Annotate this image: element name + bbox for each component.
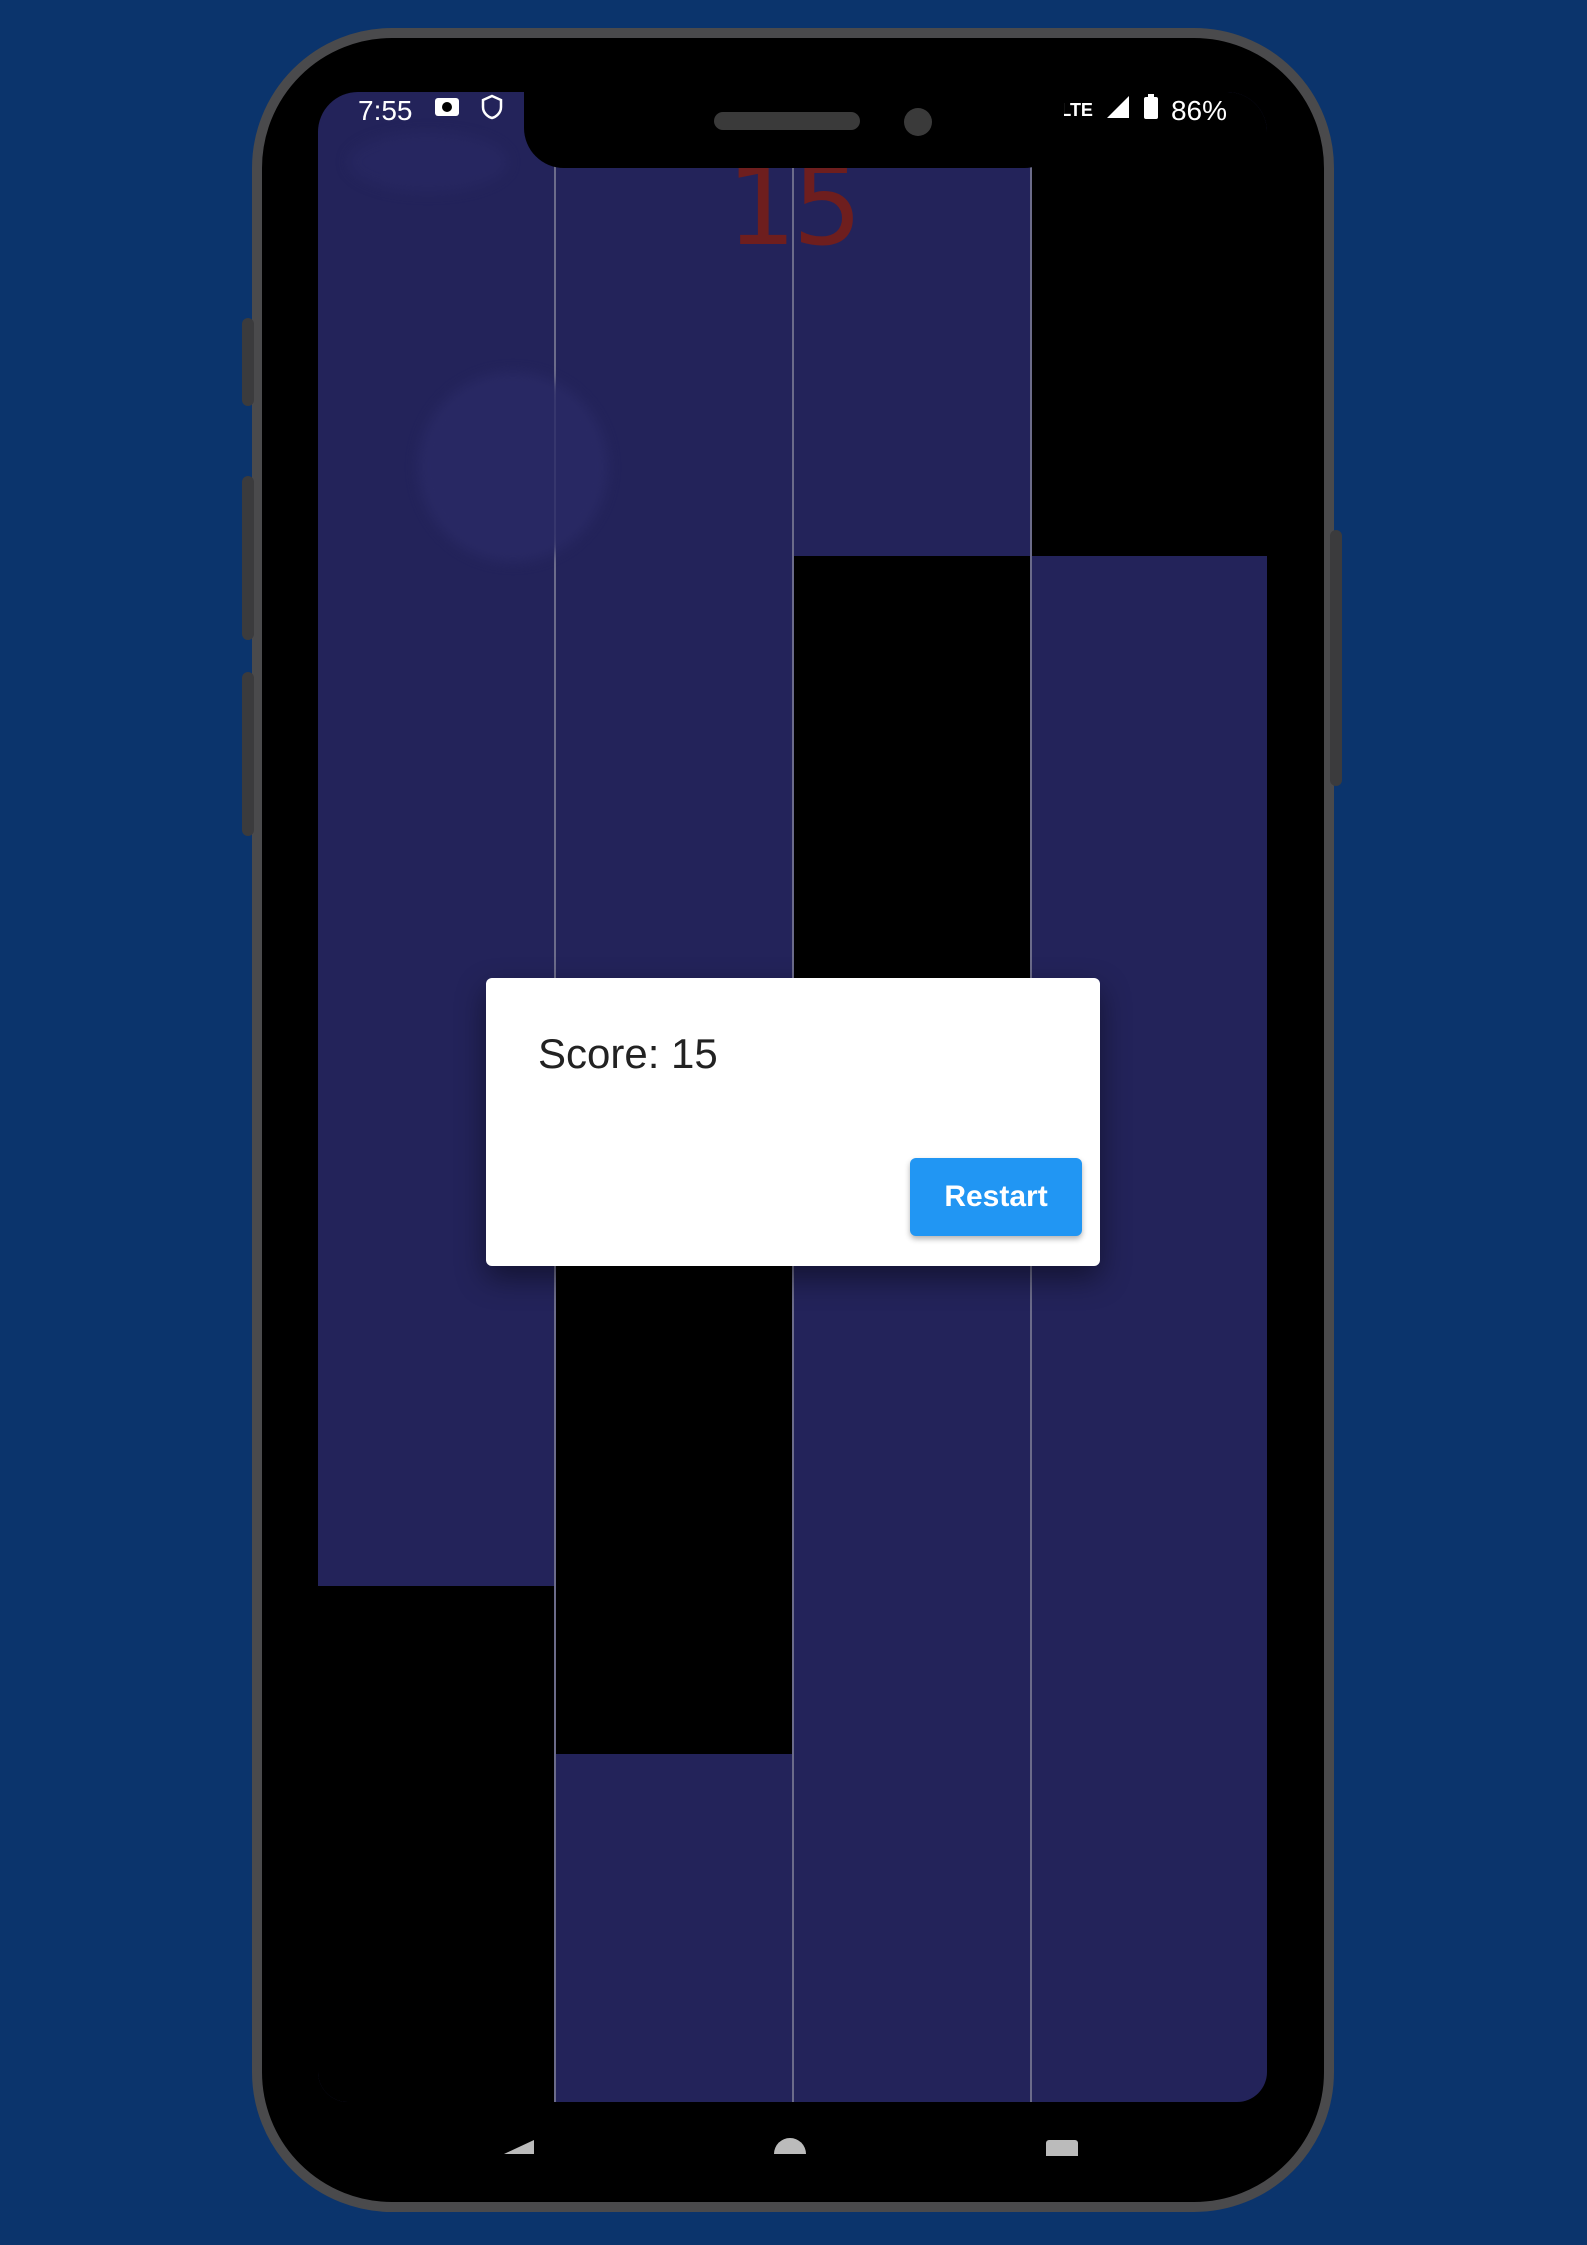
dialog-score-text: Score: 15: [538, 1030, 718, 1077]
side-button-left-bottom: [242, 672, 254, 836]
tap-ripple: [418, 372, 608, 562]
battery-percent: 86%: [1170, 94, 1227, 126]
side-button-left-top: [242, 318, 254, 406]
status-time: 7:55: [358, 94, 413, 126]
signal-icon: [1105, 94, 1131, 127]
game-over-dialog: Score: 15 Restart: [486, 978, 1100, 1266]
back-icon[interactable]: [504, 2140, 534, 2154]
black-tile[interactable]: [555, 1260, 793, 1754]
recents-icon[interactable]: [1046, 2140, 1078, 2156]
home-icon[interactable]: [774, 2138, 806, 2154]
shield-notification-icon: [481, 94, 503, 127]
black-tile[interactable]: [793, 556, 1031, 980]
battery-icon: [1143, 94, 1159, 127]
navigation-bar: [318, 2102, 1267, 2182]
front-camera: [904, 108, 932, 136]
black-tile[interactable]: [318, 1586, 555, 2102]
lte-icon: LTE: [1060, 100, 1093, 120]
side-button-right: [1330, 530, 1342, 786]
speaker-grille: [714, 112, 860, 130]
camera-notch: [524, 92, 1064, 168]
photo-notification-icon: [433, 94, 461, 127]
side-button-left-mid: [242, 476, 254, 640]
restart-button[interactable]: Restart: [910, 1158, 1082, 1236]
